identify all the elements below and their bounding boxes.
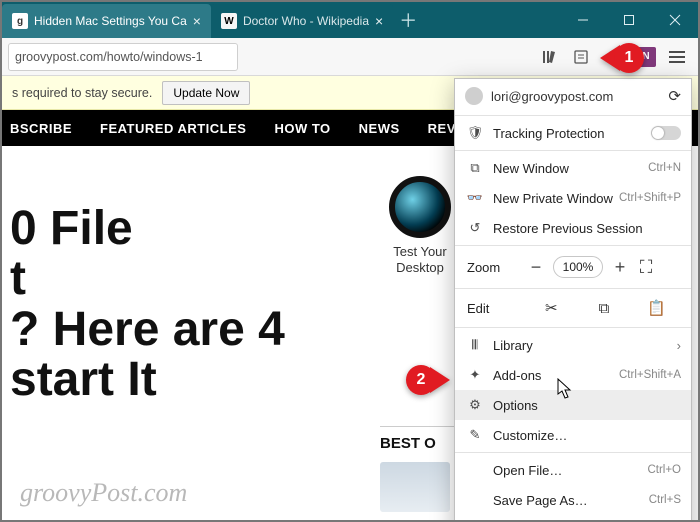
reader-icon[interactable] — [572, 48, 590, 66]
chevron-right-icon: › — [677, 338, 681, 353]
article-headline: 0 File t ? Here are 4 start It — [10, 204, 370, 406]
account-email: lori@groovypost.com — [491, 89, 668, 104]
copy-icon[interactable]: ⧉ — [578, 300, 631, 317]
zoom-label: Zoom — [463, 260, 523, 275]
maximize-button[interactable] — [606, 2, 652, 38]
address-bar[interactable]: groovypost.com/howto/windows-1 — [8, 43, 238, 71]
menu-edit-row: Edit ✂ ⧉ 📋 — [455, 291, 691, 325]
edit-label: Edit — [463, 301, 525, 316]
tab-1-label: Hidden Mac Settings You Ca — [34, 14, 187, 28]
menu-addons[interactable]: ✦ Add-ons Ctrl+Shift+A — [455, 360, 691, 390]
menu-library[interactable]: 𝄃𝄃 Library › — [455, 330, 691, 360]
best-of-thumb — [380, 462, 450, 512]
menu-save-page-as[interactable]: Save Page As… Ctrl+S — [455, 485, 691, 515]
window-icon: ⧉ — [465, 160, 485, 176]
browser-toolbar: groovypost.com/howto/windows-1 N — [2, 38, 698, 76]
tab-2[interactable]: W Doctor Who - Wikipedia × — [211, 4, 393, 38]
tab-2-close-icon[interactable]: × — [375, 13, 383, 29]
menu-tracking-protection[interactable]: 🛡 Tracking Protection — [455, 118, 691, 148]
library-icon: 𝄃𝄃 — [465, 337, 485, 353]
menu-account-row[interactable]: lori@groovypost.com ⟳ — [455, 79, 691, 113]
shield-icon: 🛡 — [465, 125, 485, 141]
url-text: groovypost.com/howto/windows-1 — [15, 50, 203, 64]
nav-subscribe[interactable]: BSCRIBE — [10, 121, 72, 136]
tab-1-favicon: g — [12, 13, 28, 29]
notifications-icon[interactable] — [604, 48, 622, 66]
menu-open-file[interactable]: Open File… Ctrl+O — [455, 455, 691, 485]
fullscreen-icon[interactable]: ⛶ — [633, 254, 659, 280]
library-icon[interactable] — [540, 48, 558, 66]
menu-print[interactable]: 🖶 Print… — [455, 515, 691, 522]
cut-icon[interactable]: ✂ — [525, 299, 578, 317]
new-tab-button[interactable]: ＋ — [393, 2, 423, 38]
menu-new-window[interactable]: ⧉ New Window Ctrl+N — [455, 153, 691, 183]
nav-featured[interactable]: FEATURED ARTICLES — [100, 121, 246, 136]
restore-icon: ↺ — [465, 220, 485, 236]
update-notice-text: s required to stay secure. — [12, 86, 152, 100]
menu-customize[interactable]: ✎ Customize… — [455, 420, 691, 450]
nav-howto[interactable]: HOW TO — [274, 121, 330, 136]
window-controls — [560, 2, 698, 38]
menu-restore-session[interactable]: ↺ Restore Previous Session — [455, 213, 691, 243]
avatar-icon — [465, 87, 483, 105]
sidebar-widget: Test Your Desktop — [380, 176, 460, 277]
paintbrush-icon: ✎ — [465, 427, 485, 443]
sync-refresh-icon[interactable]: ⟳ — [668, 87, 681, 105]
zoom-value[interactable]: 100% — [553, 256, 603, 278]
menu-options[interactable]: ⚙ Options — [455, 390, 691, 420]
browser-titlebar: g Hidden Mac Settings You Ca × W Doctor … — [2, 2, 698, 38]
close-window-button[interactable] — [652, 2, 698, 38]
zoom-out-button[interactable]: − — [523, 254, 549, 280]
minimize-button[interactable] — [560, 2, 606, 38]
tab-2-label: Doctor Who - Wikipedia — [243, 14, 369, 28]
paste-icon[interactable]: 📋 — [630, 299, 683, 317]
tracking-toggle[interactable] — [651, 126, 681, 140]
tab-1[interactable]: g Hidden Mac Settings You Ca × — [2, 4, 211, 38]
tab-1-close-icon[interactable]: × — [193, 13, 201, 29]
tab-2-favicon: W — [221, 13, 237, 29]
app-menu-button[interactable] — [662, 42, 692, 72]
mask-icon: 👓 — [465, 190, 485, 206]
watermark: groovyPost.com — [20, 478, 187, 508]
puzzle-icon: ✦ — [465, 367, 485, 383]
gauge-icon — [389, 176, 451, 238]
zoom-in-button[interactable]: + — [607, 254, 633, 280]
app-menu-panel: lori@groovypost.com ⟳ 🛡 Tracking Protect… — [454, 78, 692, 522]
toolbar-icons: N — [540, 47, 662, 67]
nav-news[interactable]: NEWS — [359, 121, 400, 136]
menu-zoom-row: Zoom − 100% + ⛶ — [455, 248, 691, 286]
sidebar-caption: Test Your Desktop — [380, 244, 460, 277]
gear-icon: ⚙ — [465, 397, 485, 413]
update-now-button[interactable]: Update Now — [162, 81, 250, 105]
onenote-icon[interactable]: N — [636, 47, 656, 67]
menu-new-private-window[interactable]: 👓 New Private Window Ctrl+Shift+P — [455, 183, 691, 213]
